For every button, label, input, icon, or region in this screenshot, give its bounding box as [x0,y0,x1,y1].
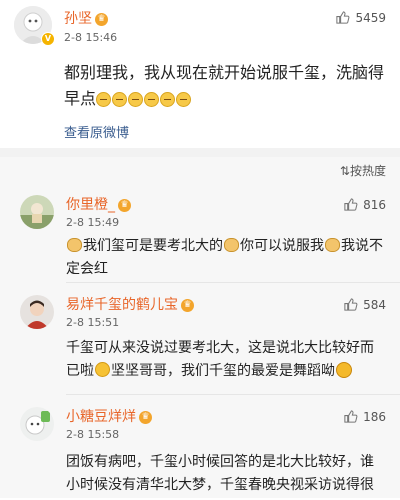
comment-item: 小糖豆烊烊 ♛ 2-8 15:58 186 团饭有病吧，千玺小时候回答的是北大比较… [0,395,400,498]
verified-v-icon: V [41,32,55,46]
main-post: V 孙坚 ♛ 2-8 15:46 5459 都别理我，我从现在就开始说服千玺，洗脑… [0,0,400,148]
emoji-row [96,89,192,115]
comment-timestamp: 2-8 15:49 [66,216,120,229]
smile-emoji-icon [95,362,110,377]
post-like-count: 5459 [355,10,386,25]
commenter-name[interactable]: 小糖豆烊烊 ♛ [66,406,152,426]
thumbs-up-icon [344,298,358,311]
sort-icon: ⇅ [339,164,350,178]
vip-crown-icon: ♛ [181,299,194,312]
comment-timestamp: 2-8 15:58 [66,428,120,441]
comment-item: 易烊千玺的鹤儿宝 ♛ 2-8 15:51 584 千玺可从来没说过要考北大，这是说… [0,283,400,395]
comment-like-button[interactable]: 186 [343,409,386,424]
commenter-avatar[interactable] [20,407,54,441]
comment-item: 你里橙_ ♛ 2-8 15:49 816 我们玺可是要考北大的 你可以说服我 我说不定… [0,183,400,283]
author-name-text: 孙坚 [64,11,92,27]
doge-emoji-icon [325,238,340,252]
thumbs-up-icon [344,410,358,423]
vip-crown-icon: ♛ [139,411,152,424]
thumbs-up-icon [336,11,350,24]
commenter-avatar[interactable] [20,295,54,329]
section-divider [0,148,400,157]
comment-text-part: 你可以说服我 [240,238,324,254]
commenter-name[interactable]: 你里橙_ ♛ [66,194,131,214]
commenter-avatar[interactable] [20,195,54,229]
smile-emoji-icon [96,92,112,107]
comment-like-count: 816 [363,197,386,212]
comment-like-button[interactable]: 816 [343,197,386,212]
comment-text-part: 坚坚哥哥，我们千玺的最爱是舞蹈呦 [111,363,335,379]
sort-by-hot-button[interactable]: ⇅按热度 [340,162,386,179]
post-body: 都别理我，我从现在就开始说服千玺，洗脑得早点 [64,60,384,115]
comment-like-count: 584 [363,297,386,312]
vip-crown-icon: ♛ [118,199,131,212]
post-timestamp: 2-8 15:46 [64,31,118,44]
comment-like-button[interactable]: 584 [343,297,386,312]
sort-bar: ⇅按热度 [0,157,400,183]
smile-emoji-icon [128,92,144,107]
comment-body: 团饭有病吧，千玺小时候回答的是北大比较好，谁小时候没有清华北大梦，千玺春晚央视采… [66,454,374,493]
avatar-image [20,407,54,441]
smile-emoji-icon [112,92,128,107]
commenter-name[interactable]: 易烊千玺的鹤儿宝 ♛ [66,294,194,314]
post-like-button[interactable]: 5459 [335,10,386,25]
smile-emoji-icon [176,92,192,107]
smile-emoji-icon [160,92,176,107]
comment-text-part: 我们玺可是要考北大的 [83,238,223,254]
commenter-name-text: 易烊千玺的鹤儿宝 [66,297,178,313]
view-original-link[interactable]: 查看原微博 [64,122,129,141]
vip-crown-icon: ♛ [95,13,108,26]
avatar-image [20,195,54,229]
thumbs-up-icon [344,198,358,211]
comment-body: 我们玺可是要考北大的 你可以说服我 我说不定会红 [66,235,384,281]
smile-emoji-icon [144,92,160,107]
doge-emoji-icon [224,238,239,252]
avatar-image [20,295,54,329]
laughing-emoji-icon [336,362,352,378]
comment-like-count: 186 [363,409,386,424]
comment-body: 千玺可从来没说过要考北大，这是说北大比较好而已啦 坚坚哥哥，我们千玺的最爱是舞蹈呦 [66,337,384,383]
post-author-name[interactable]: 孙坚 ♛ [64,8,108,28]
sort-label: 按热度 [349,164,386,178]
comment-timestamp: 2-8 15:51 [66,316,120,329]
commenter-name-text: 小糖豆烊烊 [66,409,136,425]
commenter-name-text: 你里橙_ [66,197,115,213]
doge-emoji-icon [67,238,82,252]
